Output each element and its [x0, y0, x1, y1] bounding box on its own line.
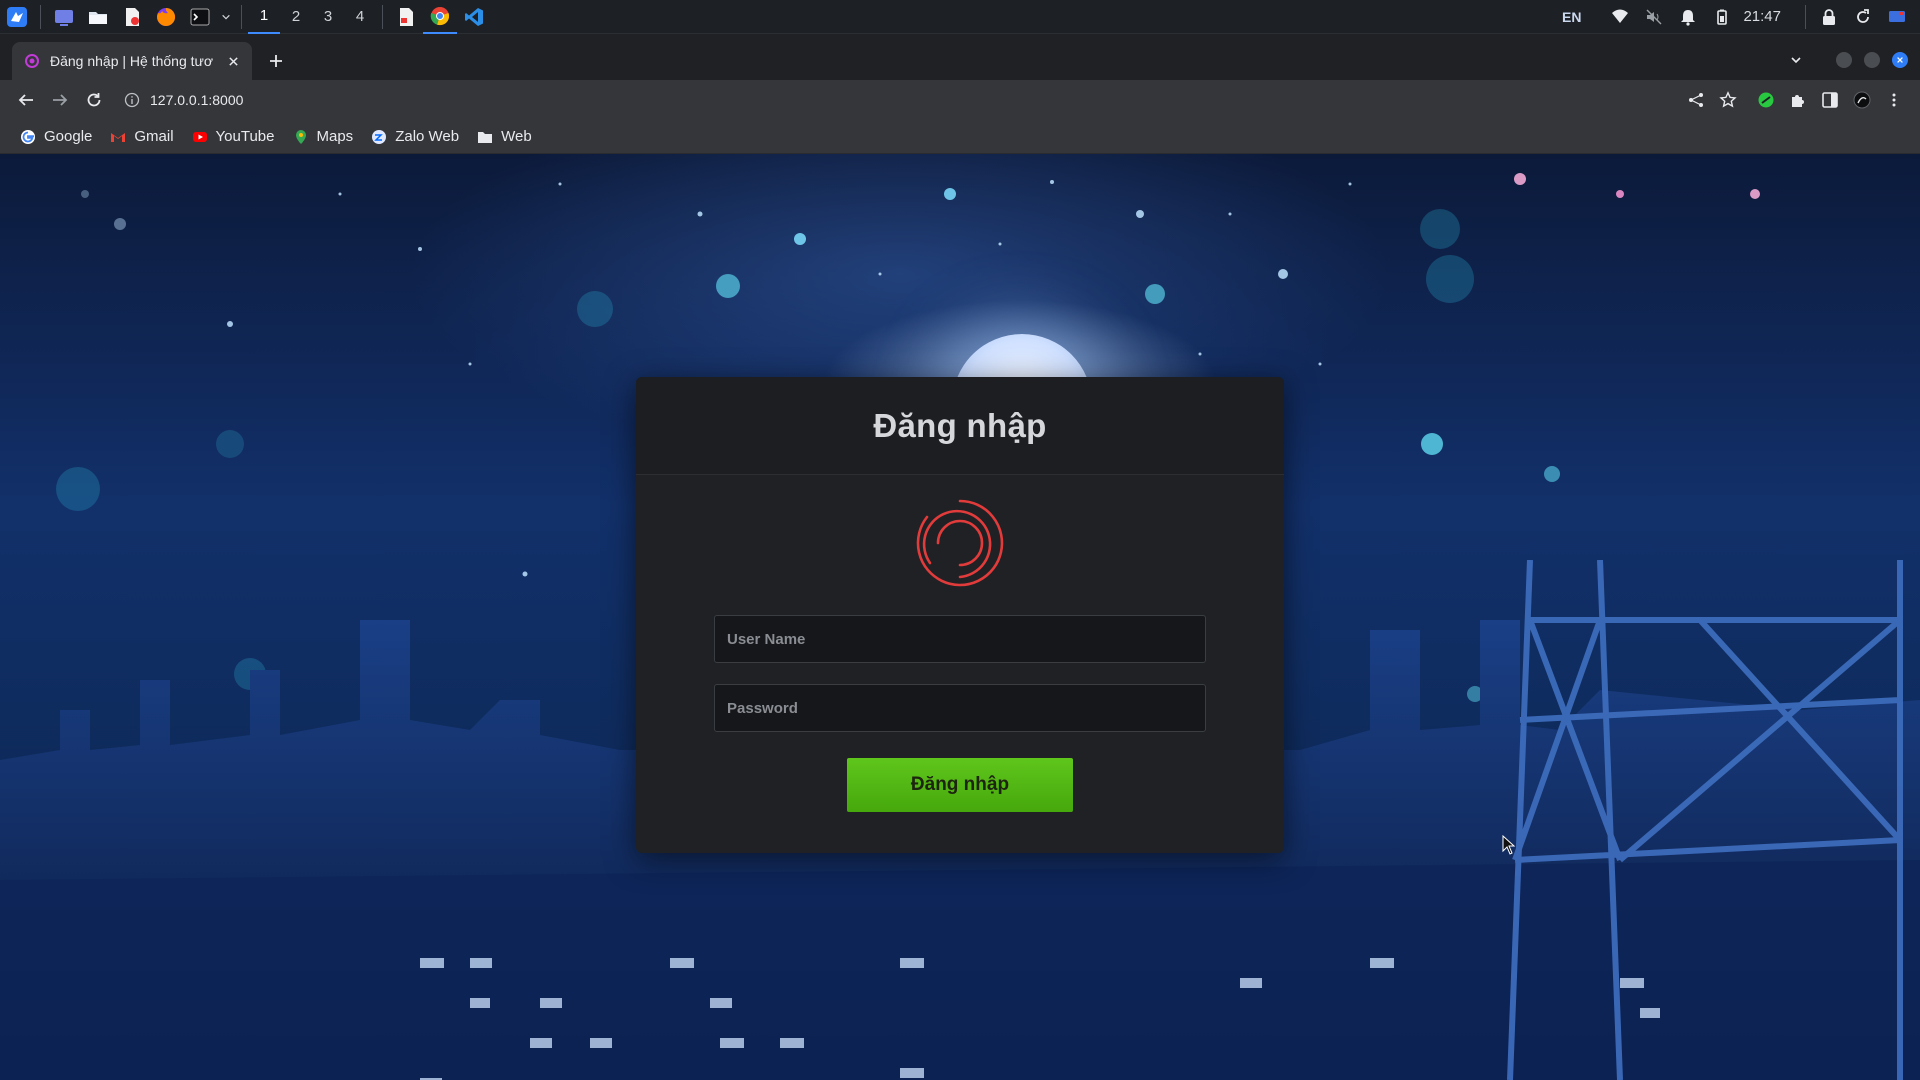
bookmarks-bar: Google Gmail YouTube Maps Zalo Web Web: [0, 120, 1920, 154]
login-title: Đăng nhập: [873, 406, 1047, 444]
browser-tab-active[interactable]: Đăng nhập | Hệ thống tươ: [12, 42, 252, 80]
window-maximize-button[interactable]: [1864, 52, 1880, 68]
os-taskbar: 1 2 3 4 EN 21:47: [0, 0, 1920, 34]
bookmark-zalo-web[interactable]: Zalo Web: [371, 128, 459, 145]
login-header: Đăng nhập: [636, 377, 1284, 475]
browser-menu-icon[interactable]: [1878, 84, 1910, 116]
battery-icon[interactable]: [1705, 0, 1739, 34]
taskbar-separator: [241, 4, 242, 29]
show-desktop-icon[interactable]: [1880, 0, 1914, 34]
bookmark-label: YouTube: [215, 128, 275, 145]
forward-arrow-icon: [53, 94, 68, 106]
bookmark-folder-web[interactable]: Web: [477, 128, 532, 145]
bookmark-youtube[interactable]: YouTube: [192, 128, 275, 145]
bookmark-label: Gmail: [134, 128, 174, 145]
close-icon: [1897, 57, 1903, 63]
gmail-icon: [111, 132, 126, 142]
side-panel-icon[interactable]: [1814, 84, 1846, 116]
tab-title: Đăng nhập | Hệ thống tươ: [50, 53, 214, 69]
taskbar-separator: [1805, 4, 1806, 29]
tab-close-icon[interactable]: [224, 52, 242, 70]
bookmark-label: Zalo Web: [395, 128, 460, 145]
keyboard-layout-indicator[interactable]: EN: [1562, 9, 1581, 25]
extensions-puzzle-icon[interactable]: [1782, 84, 1814, 116]
site-favicon-icon: [25, 54, 39, 68]
kde-launcher-icon[interactable]: [0, 0, 34, 34]
taskbar-separator: [382, 4, 383, 29]
password-input[interactable]: [714, 684, 1206, 732]
page-viewport: Đăng nhập Đăng nhập: [0, 154, 1920, 1080]
bookmark-label: Maps: [316, 128, 354, 145]
notifications-bell-icon[interactable]: [1671, 0, 1705, 34]
google-icon: [21, 129, 35, 144]
browser-toolbar: 127.0.0.1:8000: [0, 80, 1920, 120]
address-bar[interactable]: 127.0.0.1:8000: [124, 92, 243, 108]
back-button[interactable]: [10, 84, 42, 116]
reload-button[interactable]: [78, 84, 110, 116]
bookmark-google[interactable]: Google: [20, 128, 92, 145]
bookmark-label: Web: [501, 128, 532, 145]
login-card: Đăng nhập Đăng nhập: [636, 377, 1284, 853]
extension-green-icon[interactable]: [1750, 84, 1782, 116]
taskbar-separator: [40, 4, 41, 29]
bookmark-gmail[interactable]: Gmail: [110, 128, 174, 145]
login-submit-button[interactable]: Đăng nhập: [847, 758, 1073, 812]
username-input[interactable]: [714, 615, 1206, 663]
network-icon[interactable]: [1603, 0, 1637, 34]
restart-icon[interactable]: [1846, 0, 1880, 34]
bookmark-star-icon[interactable]: [1712, 84, 1744, 116]
file-manager-icon[interactable]: [81, 0, 115, 34]
document-viewer-icon[interactable]: [115, 0, 149, 34]
reload-icon: [87, 93, 101, 107]
browser-tab-strip: Đăng nhập | Hệ thống tươ: [0, 34, 1920, 80]
tab-search-chevron-icon[interactable]: [1782, 46, 1810, 74]
firefox-icon[interactable]: [149, 0, 183, 34]
bookmark-label: Google: [44, 128, 93, 145]
bookmark-maps[interactable]: Maps: [293, 128, 354, 145]
site-info-icon[interactable]: [124, 92, 140, 108]
terminal-menu-chevron-icon[interactable]: [217, 0, 235, 34]
zalo-icon: [372, 129, 387, 144]
new-tab-icon[interactable]: [258, 42, 294, 80]
workspace-3[interactable]: 3: [312, 0, 344, 34]
forward-button[interactable]: [44, 84, 76, 116]
clock[interactable]: 21:47: [1743, 8, 1781, 25]
back-arrow-icon: [18, 94, 33, 106]
lock-screen-icon[interactable]: [1812, 0, 1846, 34]
volume-muted-icon[interactable]: [1637, 0, 1671, 34]
pdf-app-icon[interactable]: [389, 0, 423, 34]
workspace-2[interactable]: 2: [280, 0, 312, 34]
vscode-app-icon[interactable]: [457, 0, 491, 34]
terminal-icon[interactable]: [183, 0, 217, 34]
window-minimize-button[interactable]: [1836, 52, 1852, 68]
workspace-1[interactable]: 1: [248, 0, 280, 34]
folder-icon: [478, 131, 493, 143]
maps-icon: [295, 129, 306, 144]
youtube-icon: [192, 131, 207, 142]
share-icon[interactable]: [1680, 84, 1712, 116]
mouse-cursor-icon: [1502, 835, 1516, 855]
url-text[interactable]: 127.0.0.1:8000: [150, 92, 243, 108]
app-logo-icon: [916, 499, 1004, 587]
workspace-4[interactable]: 4: [344, 0, 376, 34]
profile-avatar-icon[interactable]: [1846, 84, 1878, 116]
chrome-app-icon[interactable]: [423, 0, 457, 34]
login-body: Đăng nhập: [636, 475, 1284, 812]
desktop-icon[interactable]: [47, 0, 81, 34]
window-close-button[interactable]: [1892, 52, 1908, 68]
